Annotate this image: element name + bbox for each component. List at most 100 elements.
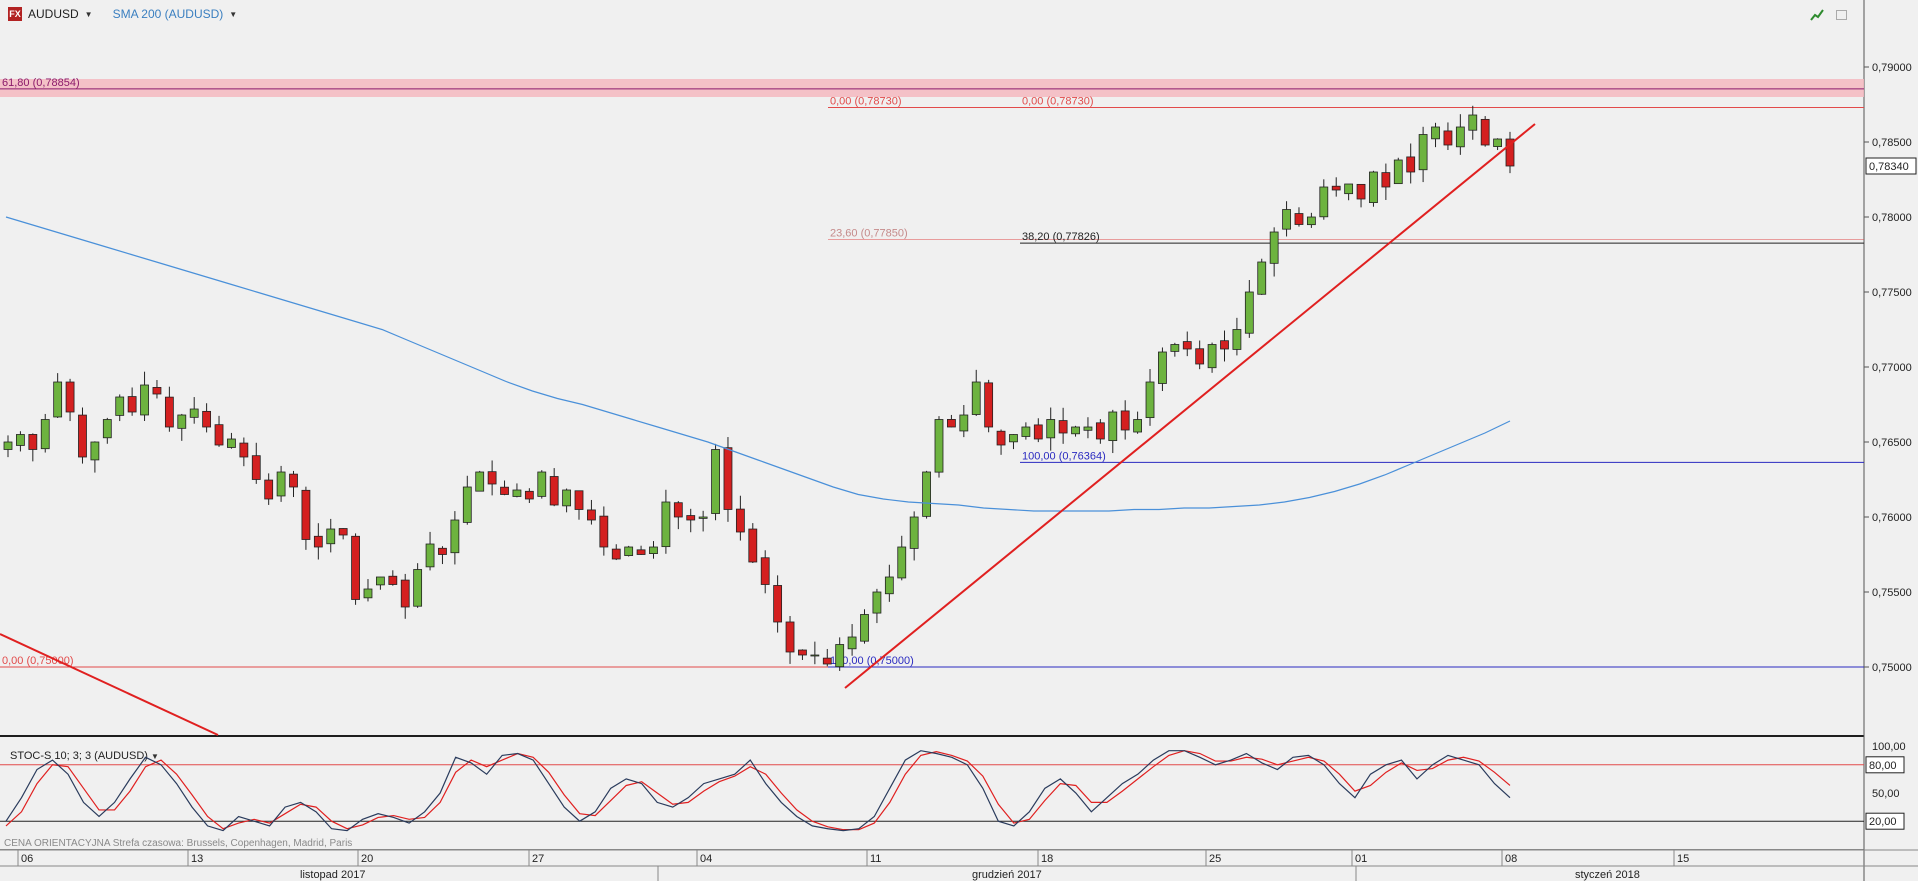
candle	[847, 636, 857, 650]
candle	[177, 414, 187, 429]
current-price-label: 0,78340	[1869, 161, 1909, 173]
candle	[947, 419, 956, 428]
candle	[1120, 410, 1130, 431]
candle	[189, 408, 199, 418]
candle	[1108, 411, 1118, 442]
candle	[450, 519, 460, 554]
date-tick-label: 11	[870, 853, 881, 865]
month-label: grudzień 2017	[972, 869, 1042, 881]
candle	[1009, 434, 1018, 443]
candle	[1294, 213, 1304, 225]
candle	[1455, 126, 1465, 148]
price-tick-label: 0,77500	[1872, 287, 1912, 299]
candle	[53, 381, 63, 418]
candle	[686, 515, 696, 521]
candle	[574, 490, 584, 510]
candle	[1493, 138, 1502, 147]
candle	[16, 434, 25, 446]
candle	[1369, 171, 1378, 204]
candle	[822, 657, 832, 665]
candle	[152, 387, 162, 395]
candle	[897, 546, 907, 579]
candle	[1319, 186, 1329, 218]
date-tick-label: 15	[1677, 853, 1689, 865]
candle	[227, 438, 236, 448]
uptrend-line	[844, 123, 1536, 689]
stoch-tick-label: 100,00	[1872, 741, 1906, 753]
candle	[810, 654, 820, 657]
candle	[1195, 348, 1205, 365]
fib-level-label: 23,60 (0,77850)	[830, 228, 908, 240]
price-tick-label: 0,75000	[1872, 662, 1912, 674]
candle	[301, 489, 311, 540]
candle	[785, 621, 795, 653]
candle	[611, 548, 621, 560]
candle	[363, 588, 373, 599]
candle	[251, 455, 261, 480]
chart-canvas[interactable]: 0,79000 0,78500 0,78000 0,77500 0,77000 0,765…	[0, 0, 1918, 881]
candle	[127, 396, 137, 413]
candle	[1145, 381, 1155, 419]
candle	[624, 546, 634, 556]
candle	[673, 502, 683, 518]
candle	[1220, 340, 1229, 350]
price-tick-label: 0,79000	[1872, 62, 1912, 74]
month-label: listopad 2017	[300, 869, 365, 881]
price-tick-label: 0,78000	[1872, 212, 1912, 224]
candle	[735, 508, 745, 533]
candle	[1083, 426, 1093, 431]
candle	[65, 381, 75, 413]
candle	[884, 576, 894, 595]
candle	[351, 535, 360, 600]
candle	[524, 490, 534, 500]
date-tick-label: 18	[1041, 853, 1053, 865]
candle	[239, 442, 249, 458]
candle	[587, 509, 596, 521]
candle	[1071, 426, 1080, 435]
candle	[289, 473, 298, 488]
candle	[1393, 159, 1403, 185]
candle	[1381, 172, 1391, 188]
price-tick-label: 0,77000	[1872, 362, 1912, 374]
stoch-level-label: 20,00	[1869, 816, 1897, 828]
candle	[1095, 422, 1105, 440]
date-tick-label: 06	[21, 853, 33, 865]
candle	[375, 576, 385, 586]
candle	[562, 489, 571, 507]
candle	[711, 449, 720, 514]
candle	[326, 528, 336, 545]
candle	[313, 535, 323, 548]
downtrend-line	[0, 633, 219, 736]
candle	[984, 382, 994, 428]
candle	[487, 471, 497, 485]
stoch-level-label: 80,00	[1869, 760, 1897, 772]
candle	[835, 644, 845, 668]
candle	[1344, 183, 1354, 195]
candle	[1468, 114, 1478, 131]
candle	[636, 549, 646, 555]
candle	[1207, 344, 1217, 369]
candle	[661, 501, 671, 548]
candle	[1170, 344, 1180, 352]
candle	[1356, 183, 1366, 200]
candle	[1244, 291, 1254, 334]
candle	[1269, 231, 1279, 264]
fib-level-label: 100,00 (0,76364)	[1022, 450, 1106, 462]
candle	[599, 515, 609, 548]
candle	[934, 419, 944, 473]
candle	[512, 489, 522, 497]
fib-level-label: 61,80 (0,78854)	[2, 77, 80, 89]
stoch-tick-label: 50,00	[1872, 788, 1900, 800]
candle	[1232, 329, 1242, 350]
candle	[748, 528, 758, 563]
candle	[860, 614, 869, 642]
price-tick-label: 0,78500	[1872, 137, 1912, 149]
candle	[1418, 134, 1428, 171]
candle	[102, 419, 112, 439]
candle	[1306, 216, 1316, 226]
candle	[78, 414, 87, 458]
candle	[922, 471, 931, 517]
candle	[115, 396, 125, 416]
candle	[549, 476, 559, 506]
candle	[959, 414, 969, 432]
